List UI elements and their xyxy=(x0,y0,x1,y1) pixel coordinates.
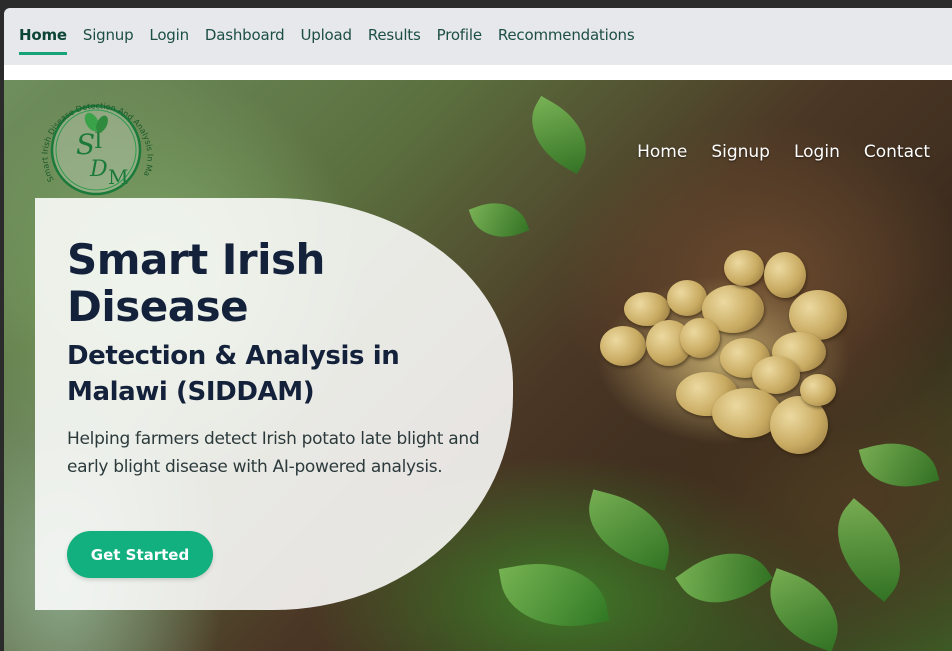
hero-subtitle: Detection & Analysis in Malawi (SIDDAM) xyxy=(67,341,400,407)
hero-section: Smart Irish Disease Detection And Analys… xyxy=(4,80,952,651)
hero-nav-login[interactable]: Login xyxy=(794,142,840,162)
topnav-dashboard[interactable]: Dashboard xyxy=(205,26,285,55)
hero-nav-contact[interactable]: Contact xyxy=(864,142,930,162)
siddam-logo[interactable]: Smart Irish Disease Detection And Analys… xyxy=(34,92,158,204)
get-started-button[interactable]: Get Started xyxy=(67,531,213,578)
content-gap xyxy=(4,65,952,80)
logo-emblem: Smart Irish Disease Detection And Analys… xyxy=(34,92,155,196)
topnav-login[interactable]: Login xyxy=(149,26,189,55)
topnav-home[interactable]: Home xyxy=(19,26,67,55)
hero-card: Smart Irish Disease Detection & Analysis… xyxy=(35,198,513,610)
hero-title: Smart Irish Disease xyxy=(67,235,325,331)
svg-text:M: M xyxy=(108,165,128,189)
topnav-results[interactable]: Results xyxy=(368,26,421,55)
hero-nav-home[interactable]: Home xyxy=(637,142,687,162)
hero-nav-signup[interactable]: Signup xyxy=(711,142,770,162)
svg-text:D: D xyxy=(89,157,108,182)
topnav-upload[interactable]: Upload xyxy=(300,26,352,55)
topnav-profile[interactable]: Profile xyxy=(437,26,482,55)
app-top-bar: Home Signup Login Dashboard Upload Resul… xyxy=(4,8,952,65)
hero-navigation: Home Signup Login Contact xyxy=(637,142,930,162)
hero-description: Helping farmers detect Irish potato late… xyxy=(67,429,480,477)
topnav-signup[interactable]: Signup xyxy=(83,26,134,55)
topnav-recommendations[interactable]: Recommendations xyxy=(498,26,635,55)
top-navigation: Home Signup Login Dashboard Upload Resul… xyxy=(19,26,635,55)
svg-text:I: I xyxy=(94,129,103,154)
